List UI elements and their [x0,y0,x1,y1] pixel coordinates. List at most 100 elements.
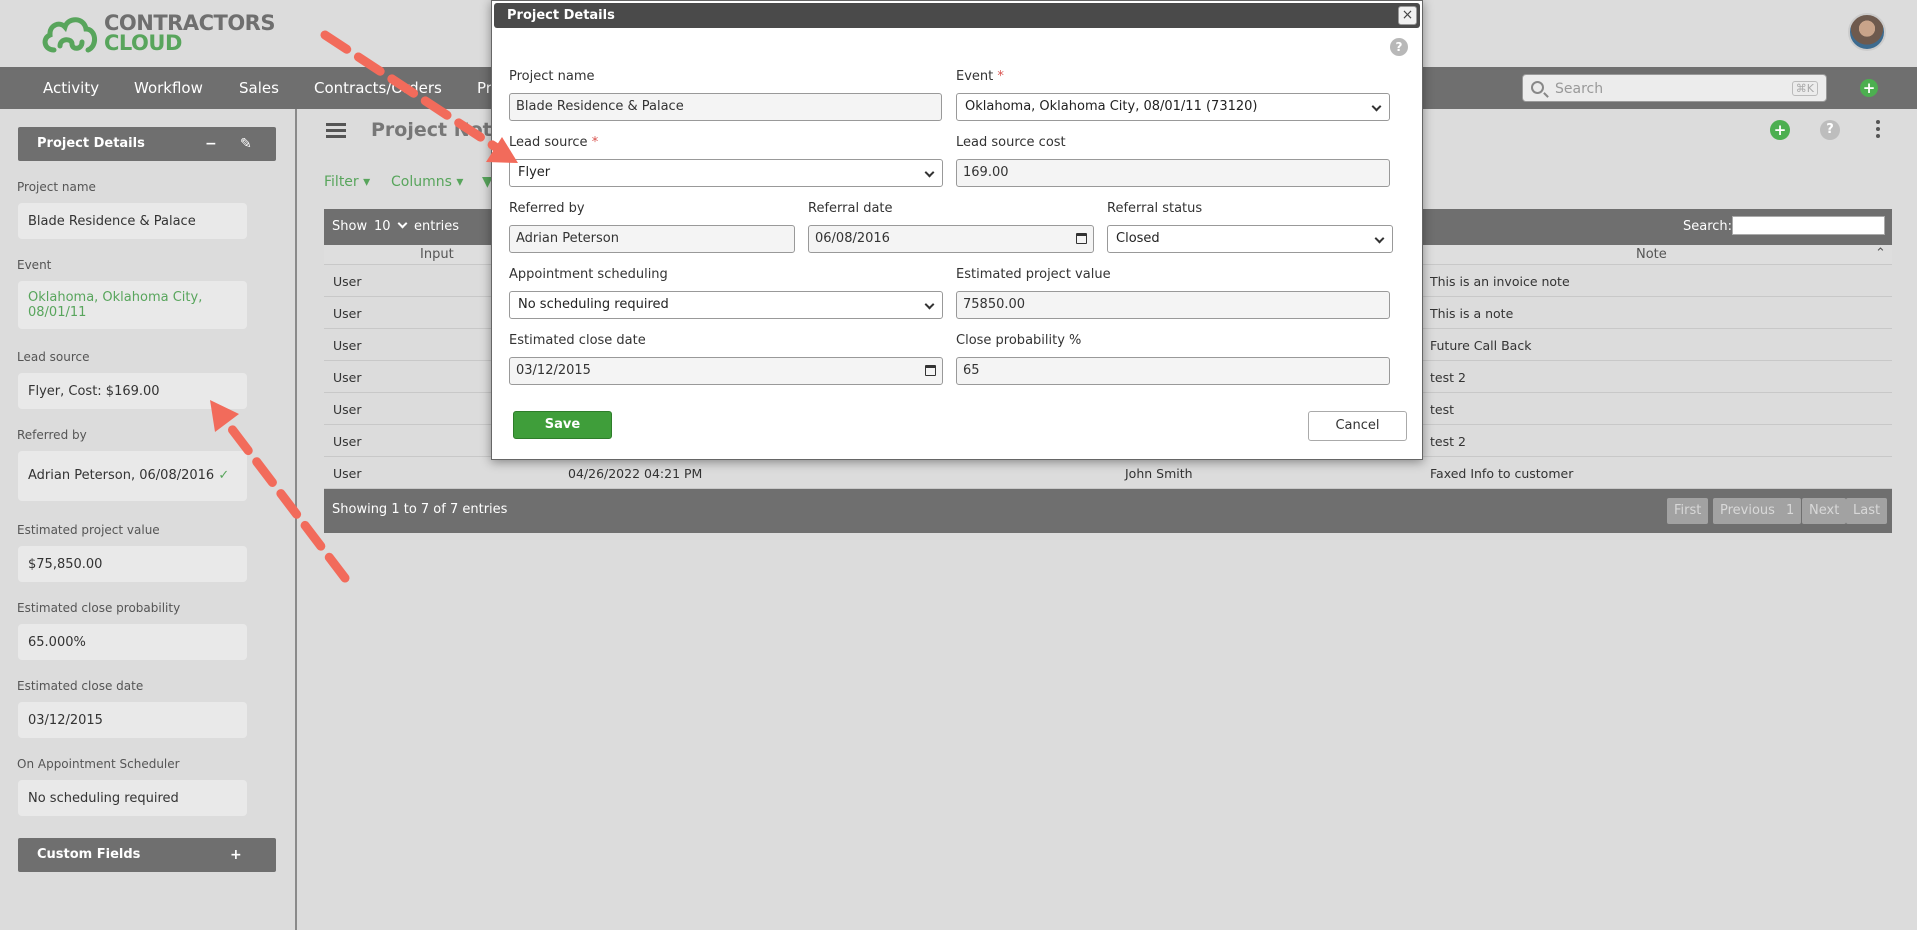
pagination-previous[interactable]: Previous [1713,498,1782,524]
search-shortcut: ⌘K [1791,81,1818,96]
brand-name: CONTRACTORS CLOUD [104,11,275,55]
required-marker: * [997,69,1004,84]
label-lead-source: Lead source * [509,135,599,150]
add-note-icon[interactable]: + [1770,120,1790,140]
panel-title: Project Details [37,136,145,151]
brand-line-1: CONTRACTORS [104,11,275,35]
nav-item-workflow[interactable]: Workflow [134,67,203,109]
entries-label: entries [414,219,460,234]
sidebar-value-event[interactable]: Oklahoma, Oklahoma City, 08/01/11 [18,281,247,329]
chevron-down-icon [1374,233,1385,244]
table-search-input[interactable] [1732,216,1885,235]
sidebar-value-lead-source: Flyer, Cost: $169.00 [18,373,247,409]
filter-dropdown[interactable]: Filter ▾ [324,174,370,190]
search-icon [1531,81,1544,94]
add-custom-field-icon[interactable]: + [230,838,242,872]
nav-item-activity[interactable]: Activity [43,67,99,109]
search-placeholder: Search [1555,81,1604,97]
custom-fields-title: Custom Fields [37,847,141,862]
edit-pencil-icon[interactable]: ✎ [240,127,252,161]
dialog-title-bar[interactable]: Project Details [494,3,1420,28]
save-button[interactable]: Save [513,411,612,439]
referral-date-input[interactable]: 06/08/2016 [808,225,1094,253]
column-header-note[interactable]: Note [1636,247,1667,262]
table-search-label: Search: [1683,219,1733,234]
calendar-icon[interactable] [1076,233,1087,244]
close-probability-input[interactable]: 65 [956,357,1390,385]
sidebar-value-project-name: Blade Residence & Palace [18,203,247,239]
sidebar-value-appointment-scheduler: No scheduling required [18,780,247,816]
nav-item-contracts-orders[interactable]: Contracts/Orders [314,67,442,109]
calendar-icon[interactable] [925,365,936,376]
column-header-input[interactable]: Input [420,247,454,262]
add-icon[interactable]: + [1860,79,1878,97]
help-icon[interactable]: ? [1820,120,1840,140]
label-estimated-close-date: Estimated close date [509,333,646,348]
appointment-scheduling-select[interactable]: No scheduling required [509,291,943,319]
project-name-input[interactable]: Blade Residence & Palace [509,93,942,121]
sort-asc-icon[interactable]: ⌃ [1875,246,1886,261]
project-details-panel-header: Project Details − ✎ [18,127,276,161]
dialog-help-icon[interactable]: ? [1390,38,1408,56]
brand-line-2: CLOUD [104,31,182,55]
chevron-down-icon [397,218,408,229]
chevron-down-icon [924,167,935,178]
entries-per-page-select[interactable]: 10 [368,217,408,237]
columns-dropdown[interactable]: Columns ▾ [391,174,463,190]
label-appointment-scheduling: Appointment scheduling [509,267,668,282]
lead-source-cost-input[interactable]: 169.00 [956,159,1390,187]
sidebar-value-close-date: 03/12/2015 [18,702,247,738]
estimated-close-date-input[interactable]: 03/12/2015 [509,357,943,385]
cancel-button[interactable]: Cancel [1308,411,1407,441]
referral-status-select[interactable]: Closed [1107,225,1393,253]
menu-hamburger-icon[interactable] [326,123,346,139]
sidebar-label-event: Event [17,258,52,272]
label-project-name: Project name [509,69,595,84]
nav-item-sales[interactable]: Sales [239,67,279,109]
pagination-page-1[interactable]: 1 [1779,498,1802,524]
label-close-probability: Close probability % [956,333,1082,348]
label-referral-status: Referral status [1107,201,1203,216]
estimated-project-value-input[interactable]: 75850.00 [956,291,1390,319]
label-estimated-project-value: Estimated project value [956,267,1111,282]
collapse-icon[interactable]: − [205,127,217,161]
custom-fields-panel-header[interactable]: Custom Fields + [18,838,276,872]
sidebar-label-project-value: Estimated project value [17,523,160,537]
chevron-down-icon [924,299,935,310]
sidebar-label-lead-source: Lead source [17,350,90,364]
sidebar-value-referred-by: Adrian Peterson, 06/08/2016 ✓ [18,451,247,501]
sidebar-label-referred-by: Referred by [17,428,87,442]
label-referred-by: Referred by [509,201,585,216]
pagination-last[interactable]: Last [1846,498,1888,524]
lead-source-select[interactable]: Flyer [509,159,943,187]
sidebar-label-appointment-scheduler: On Appointment Scheduler [17,757,180,771]
close-icon[interactable]: × [1398,6,1417,25]
label-referral-date: Referral date [808,201,893,216]
cloud-logo-icon [42,17,97,53]
sidebar-label-close-probability: Estimated close probability [17,601,181,615]
table-footer: Showing 1 to 7 of 7 entries First Previo… [324,489,1892,533]
sidebar-label-close-date: Estimated close date [17,679,144,693]
sidebar: Project Details − ✎ Project name Blade R… [0,109,297,930]
avatar[interactable] [1848,13,1886,51]
referred-by-input[interactable]: Adrian Peterson [509,225,795,253]
global-search-input[interactable]: Search ⌘K [1522,74,1827,102]
brand-logo[interactable]: CONTRACTORS CLOUD [40,12,275,54]
check-icon: ✓ [218,468,230,483]
sidebar-value-project-value: $75,850.00 [18,546,247,582]
project-details-dialog: Project Details × ? Project name Blade R… [491,0,1423,460]
dialog-title: Project Details [507,8,615,23]
table-info: Showing 1 to 7 of 7 entries [332,502,508,517]
pagination-next[interactable]: Next [1802,498,1847,524]
sidebar-value-close-probability: 65.000% [18,624,247,660]
chevron-down-icon [1371,101,1382,112]
table-row[interactable]: User 04/26/2022 04:21 PM John Smith Faxed I… [324,457,1892,489]
more-options-icon[interactable] [1876,120,1880,141]
sidebar-label-project-name: Project name [17,180,96,194]
nav-item-projects[interactable]: Pr [477,67,492,109]
required-marker: * [591,135,599,150]
pagination-first[interactable]: First [1667,498,1709,524]
label-event: Event * [956,69,1004,84]
show-label: Show [332,219,368,234]
event-select[interactable]: Oklahoma, Oklahoma City, 08/01/11 (73120… [956,93,1390,121]
